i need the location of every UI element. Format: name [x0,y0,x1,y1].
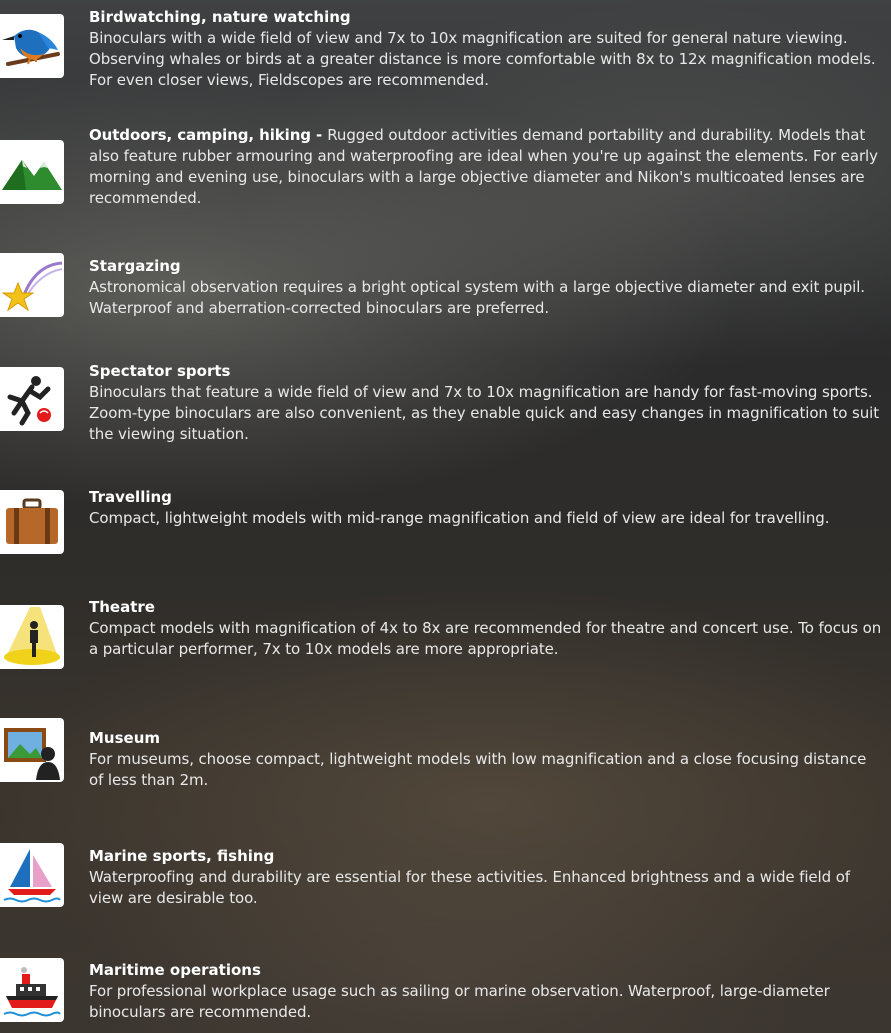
item-title: Maritime operations [89,961,261,979]
ship-icon [0,958,64,1022]
item-title: Museum [89,729,161,747]
item-description: For professional workplace usage such as… [89,982,830,1021]
item-title: Spectator sports [89,362,231,380]
soccer-player-icon [0,367,64,431]
item-title: Marine sports, fishing [89,847,275,865]
item-description: Compact models with magnification of 4x … [89,619,882,658]
item-title: Theatre [89,598,155,616]
mountains-icon [0,140,64,204]
item-description: Astronomical observation requires a brig… [89,278,865,317]
item-description: Waterproofing and durability are essenti… [89,868,850,907]
item-description: Compact, lightweight models with mid-ran… [89,509,830,527]
item-description: For museums, choose compact, lightweight… [89,750,867,789]
spotlight-performer-icon [0,605,64,669]
item-title: Travelling [89,488,172,506]
list-item-maritime-operations: Maritime operations For professional wor… [0,0,891,1022]
item-description: Binoculars that feature a wide field of … [89,383,880,443]
suitcase-icon [0,490,64,554]
painting-viewer-icon [0,718,64,782]
item-title: Stargazing [89,257,181,275]
sailboat-icon [0,843,64,907]
shooting-star-icon [0,253,64,317]
item-title: Outdoors, camping, hiking - [89,126,328,144]
